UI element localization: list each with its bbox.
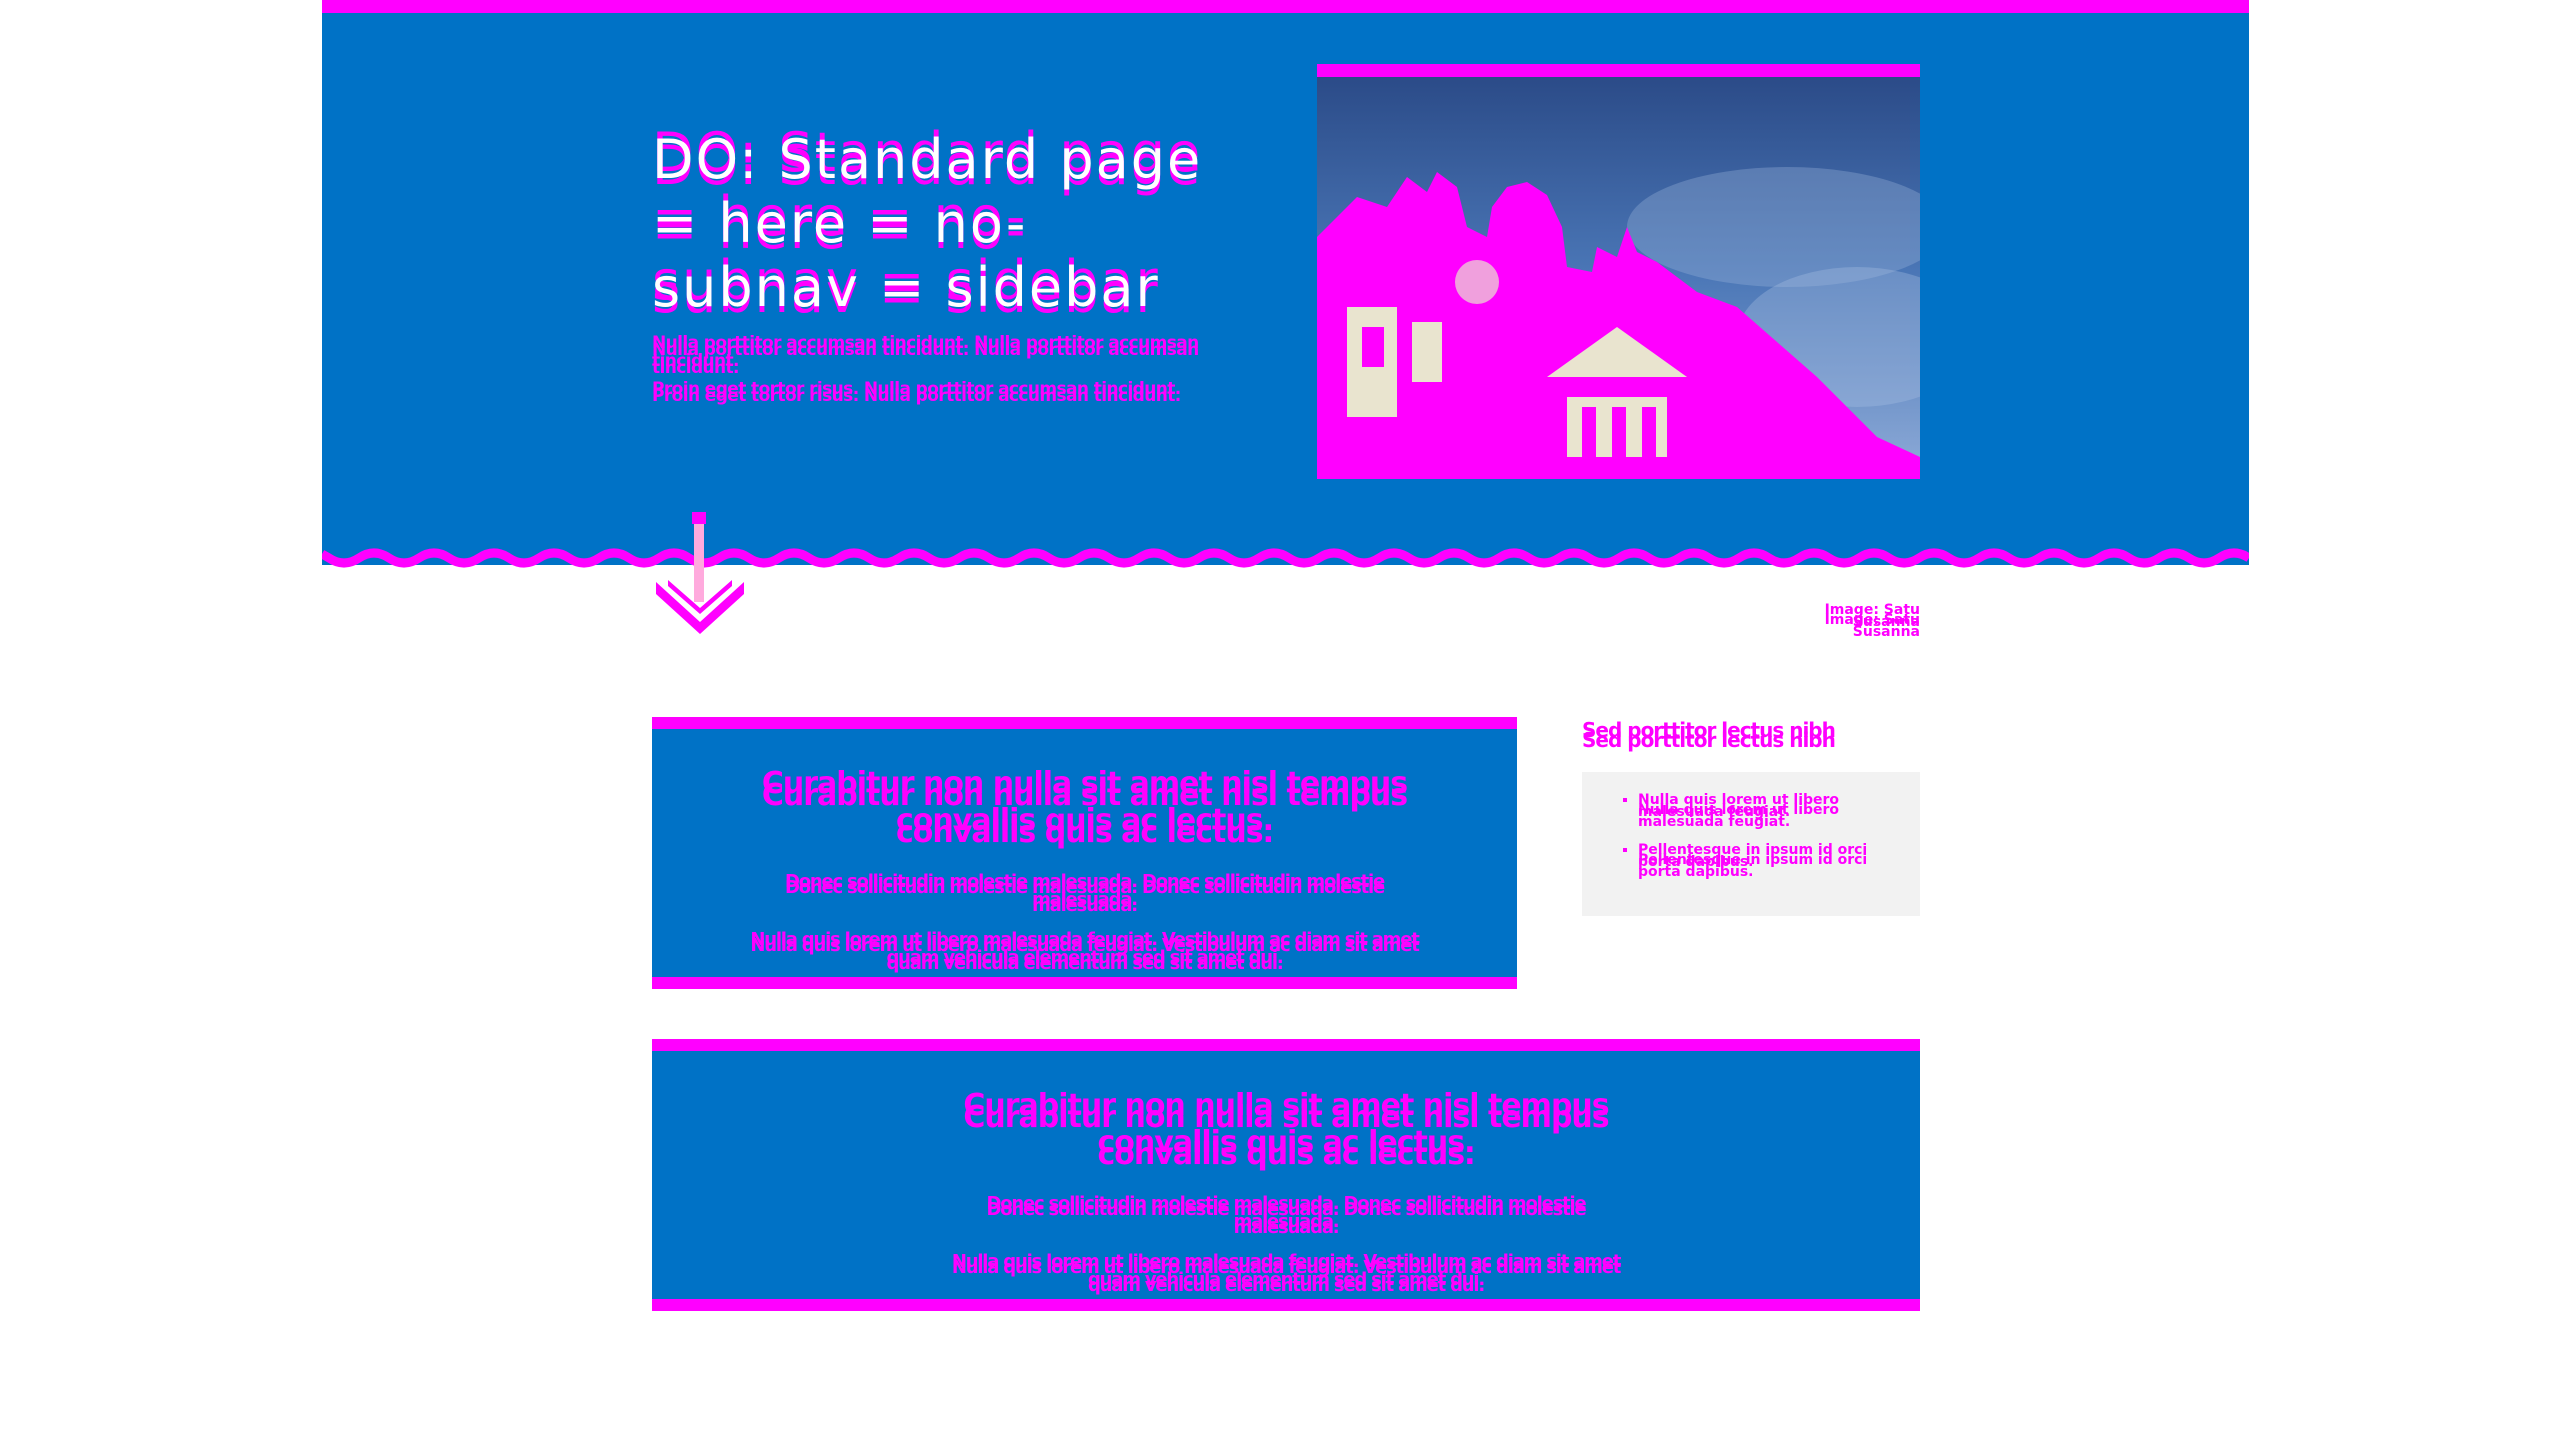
hero-paragraph-2: Proin eget tortor risus. Nulla porttitor… xyxy=(652,379,1181,399)
card-1-heading: Curabitur non nulla sit amet nisl tempus… xyxy=(761,766,1408,838)
hero-image-frame xyxy=(1317,64,1920,479)
wave-divider xyxy=(322,540,2249,568)
card-1-paragraph-2: Nulla quis lorem ut libero malesuada feu… xyxy=(750,929,1419,968)
image-credit: Image: Satu Susanna xyxy=(1824,602,1920,630)
arrow-down-icon[interactable] xyxy=(652,512,748,636)
page: DO: Standard page = here = no-subnav = s… xyxy=(322,0,2249,1440)
building-photo xyxy=(1317,77,1920,466)
sidebar-title: Sed porttitor lectus nibh xyxy=(1582,718,1836,742)
content-card-1: Curabitur non nulla sit amet nisl tempus… xyxy=(652,717,1517,989)
content-card-2: Curabitur non nulla sit amet nisl tempus… xyxy=(652,1039,1920,1311)
hero-image xyxy=(1317,77,1920,466)
card-2-paragraph-2: Nulla quis lorem ut libero malesuada feu… xyxy=(951,1251,1621,1290)
sidebar-box: Nulla quis lorem ut libero malesuada feu… xyxy=(1582,772,1920,916)
sidebar-list: Nulla quis lorem ut libero malesuada feu… xyxy=(1582,772,1920,869)
card-2-paragraph-1: Donec sollicitudin molestie malesuada. D… xyxy=(986,1193,1586,1232)
hero-paragraph-1: Nulla porttitor accumsan tincidunt. Null… xyxy=(652,333,1199,371)
page-title: DO: Standard page = here = no-subnav = s… xyxy=(652,128,1203,319)
hero-top-border xyxy=(322,0,2249,13)
card-2-heading: Curabitur non nulla sit amet nisl tempus… xyxy=(963,1088,1609,1160)
sidebar-list-item: Nulla quis lorem ut libero malesuada feu… xyxy=(1638,793,1898,819)
hero-section: DO: Standard page = here = no-subnav = s… xyxy=(322,0,2249,565)
card-1-paragraph-1: Donec sollicitudin molestie malesuada. D… xyxy=(784,871,1385,910)
sidebar-list-item: Pellentesque in ipsum id orci porta dapi… xyxy=(1638,843,1898,869)
